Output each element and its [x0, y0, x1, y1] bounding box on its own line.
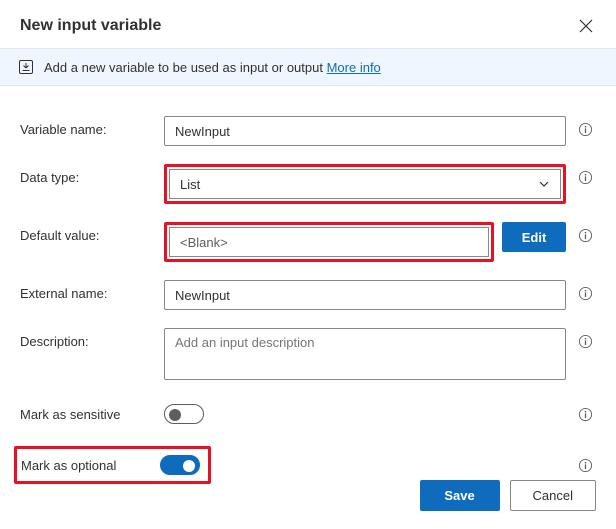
row-data-type: Data type: List — [20, 164, 596, 204]
info-icon[interactable] — [578, 334, 593, 349]
row-default-value: Default value: <Blank> Edit — [20, 222, 596, 262]
info-icon[interactable] — [578, 286, 593, 301]
row-variable-name: Variable name: — [20, 116, 596, 146]
label-description: Description: — [20, 328, 156, 349]
row-description: Description: — [20, 328, 596, 380]
variable-name-input[interactable] — [164, 116, 566, 146]
row-external-name: External name: — [20, 280, 596, 310]
info-icon[interactable] — [578, 122, 593, 137]
highlight-data-type: List — [164, 164, 566, 204]
dialog-footer: Save Cancel — [0, 466, 616, 529]
default-value-display: <Blank> — [169, 227, 489, 257]
label-variable-name: Variable name: — [20, 116, 156, 137]
close-button[interactable] — [574, 14, 598, 38]
edit-default-value-button[interactable]: Edit — [502, 222, 566, 252]
chevron-down-icon — [538, 178, 550, 190]
toggle-knob — [169, 409, 181, 421]
description-textarea[interactable] — [164, 328, 566, 380]
label-external-name: External name: — [20, 280, 156, 301]
close-icon — [579, 19, 593, 33]
mark-sensitive-toggle[interactable] — [164, 404, 204, 424]
banner-text: Add a new variable to be used as input o… — [44, 60, 381, 75]
external-name-input[interactable] — [164, 280, 566, 310]
info-icon[interactable] — [578, 228, 593, 243]
row-mark-sensitive: Mark as sensitive — [20, 404, 596, 424]
dialog-titlebar: New input variable — [0, 0, 616, 48]
highlight-default-value: <Blank> — [164, 222, 494, 262]
label-default-value: Default value: — [20, 222, 156, 243]
save-button[interactable]: Save — [420, 480, 500, 511]
info-icon[interactable] — [578, 407, 593, 422]
data-type-dropdown[interactable]: List — [169, 169, 561, 199]
input-variable-icon — [18, 59, 34, 75]
more-info-link[interactable]: More info — [327, 60, 381, 75]
label-data-type: Data type: — [20, 164, 156, 185]
dialog-title: New input variable — [20, 17, 161, 35]
info-banner: Add a new variable to be used as input o… — [0, 48, 616, 86]
new-input-variable-dialog: New input variable Add a new variable to… — [0, 0, 616, 529]
form-area: Variable name: Data type: List — [0, 86, 616, 494]
cancel-button[interactable]: Cancel — [510, 480, 596, 511]
info-icon[interactable] — [578, 170, 593, 185]
label-mark-sensitive: Mark as sensitive — [20, 407, 156, 422]
